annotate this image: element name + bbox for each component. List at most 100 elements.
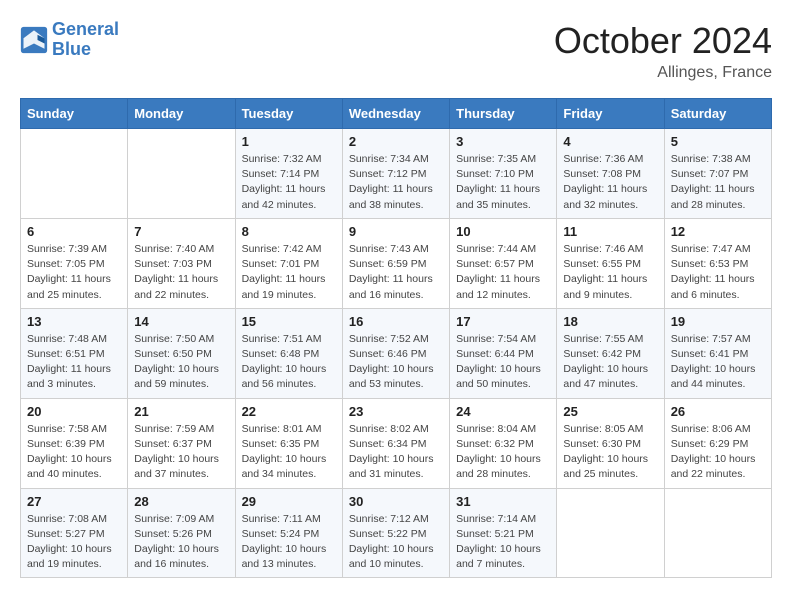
calendar-table: SundayMondayTuesdayWednesdayThursdayFrid… <box>20 98 772 578</box>
calendar-cell: 5 Sunrise: 7:38 AM Sunset: 7:07 PM Daylig… <box>664 129 771 219</box>
week-row-3: 13 Sunrise: 7:48 AM Sunset: 6:51 PM Dayli… <box>21 308 772 398</box>
calendar-cell: 25 Sunrise: 8:05 AM Sunset: 6:30 PM Dayli… <box>557 398 664 488</box>
calendar-cell: 29Sunrise: 7:11 AM Sunset: 5:24 PM Dayli… <box>235 488 342 578</box>
week-row-4: 20 Sunrise: 7:58 AM Sunset: 6:39 PM Dayli… <box>21 398 772 488</box>
cell-info: Sunrise: 7:54 AM Sunset: 6:44 PM Dayligh… <box>456 332 550 393</box>
cell-info: Sunrise: 7:12 AM Sunset: 5:22 PM Dayligh… <box>349 512 443 573</box>
day-number: 15 <box>242 314 336 329</box>
calendar-cell: 6 Sunrise: 7:39 AM Sunset: 7:05 PM Daylig… <box>21 218 128 308</box>
day-number: 9 <box>349 224 443 239</box>
calendar-cell: 17 Sunrise: 7:54 AM Sunset: 6:44 PM Dayli… <box>450 308 557 398</box>
day-number: 28 <box>134 494 228 509</box>
day-number: 17 <box>456 314 550 329</box>
week-row-2: 6 Sunrise: 7:39 AM Sunset: 7:05 PM Daylig… <box>21 218 772 308</box>
cell-info: Sunrise: 7:38 AM Sunset: 7:07 PM Dayligh… <box>671 152 765 213</box>
logo: General Blue <box>20 20 119 60</box>
day-number: 8 <box>242 224 336 239</box>
day-number: 3 <box>456 134 550 149</box>
calendar-cell: 11 Sunrise: 7:46 AM Sunset: 6:55 PM Dayli… <box>557 218 664 308</box>
cell-info: Sunrise: 7:50 AM Sunset: 6:50 PM Dayligh… <box>134 332 228 393</box>
calendar-cell: 30Sunrise: 7:12 AM Sunset: 5:22 PM Dayli… <box>342 488 449 578</box>
day-number: 20 <box>27 404 121 419</box>
calendar-cell: 12 Sunrise: 7:47 AM Sunset: 6:53 PM Dayli… <box>664 218 771 308</box>
calendar-cell: 19Sunrise: 7:57 AM Sunset: 6:41 PM Dayli… <box>664 308 771 398</box>
day-number: 27 <box>27 494 121 509</box>
day-header-thursday: Thursday <box>450 99 557 129</box>
cell-info: Sunrise: 7:14 AM Sunset: 5:21 PM Dayligh… <box>456 512 550 573</box>
day-header-sunday: Sunday <box>21 99 128 129</box>
calendar-cell: 28 Sunrise: 7:09 AM Sunset: 5:26 PM Dayli… <box>128 488 235 578</box>
day-number: 5 <box>671 134 765 149</box>
day-number: 25 <box>563 404 657 419</box>
calendar-cell: 31 Sunrise: 7:14 AM Sunset: 5:21 PM Dayli… <box>450 488 557 578</box>
day-number: 11 <box>563 224 657 239</box>
day-number: 31 <box>456 494 550 509</box>
calendar-cell: 23 Sunrise: 8:02 AM Sunset: 6:34 PM Dayli… <box>342 398 449 488</box>
day-number: 14 <box>134 314 228 329</box>
cell-info: Sunrise: 7:59 AM Sunset: 6:37 PM Dayligh… <box>134 422 228 483</box>
cell-info: Sunrise: 7:43 AM Sunset: 6:59 PM Dayligh… <box>349 242 443 303</box>
calendar-cell <box>557 488 664 578</box>
location: Allinges, France <box>554 64 772 82</box>
day-number: 1 <box>242 134 336 149</box>
calendar-cell: 18 Sunrise: 7:55 AM Sunset: 6:42 PM Dayli… <box>557 308 664 398</box>
logo-icon <box>20 26 48 54</box>
cell-info: Sunrise: 7:58 AM Sunset: 6:39 PM Dayligh… <box>27 422 121 483</box>
cell-info: Sunrise: 7:57 AM Sunset: 6:41 PM Dayligh… <box>671 332 765 393</box>
cell-info: Sunrise: 7:55 AM Sunset: 6:42 PM Dayligh… <box>563 332 657 393</box>
day-number: 6 <box>27 224 121 239</box>
day-header-friday: Friday <box>557 99 664 129</box>
day-number: 18 <box>563 314 657 329</box>
cell-info: Sunrise: 7:48 AM Sunset: 6:51 PM Dayligh… <box>27 332 121 393</box>
calendar-cell: 2Sunrise: 7:34 AM Sunset: 7:12 PM Daylig… <box>342 129 449 219</box>
day-number: 2 <box>349 134 443 149</box>
cell-info: Sunrise: 7:47 AM Sunset: 6:53 PM Dayligh… <box>671 242 765 303</box>
day-header-monday: Monday <box>128 99 235 129</box>
day-number: 16 <box>349 314 443 329</box>
cell-info: Sunrise: 8:02 AM Sunset: 6:34 PM Dayligh… <box>349 422 443 483</box>
calendar-cell <box>21 129 128 219</box>
page-header: General Blue October 2024 Allinges, Fran… <box>20 20 772 82</box>
calendar-cell: 1Sunrise: 7:32 AM Sunset: 7:14 PM Daylig… <box>235 129 342 219</box>
cell-info: Sunrise: 7:42 AM Sunset: 7:01 PM Dayligh… <box>242 242 336 303</box>
calendar-cell: 13 Sunrise: 7:48 AM Sunset: 6:51 PM Dayli… <box>21 308 128 398</box>
calendar-cell: 16 Sunrise: 7:52 AM Sunset: 6:46 PM Dayli… <box>342 308 449 398</box>
day-number: 21 <box>134 404 228 419</box>
calendar-cell: 24 Sunrise: 8:04 AM Sunset: 6:32 PM Dayli… <box>450 398 557 488</box>
cell-info: Sunrise: 8:06 AM Sunset: 6:29 PM Dayligh… <box>671 422 765 483</box>
month-title: October 2024 <box>554 20 772 62</box>
cell-info: Sunrise: 8:05 AM Sunset: 6:30 PM Dayligh… <box>563 422 657 483</box>
cell-info: Sunrise: 7:09 AM Sunset: 5:26 PM Dayligh… <box>134 512 228 573</box>
calendar-cell: 15Sunrise: 7:51 AM Sunset: 6:48 PM Dayli… <box>235 308 342 398</box>
calendar-cell: 20 Sunrise: 7:58 AM Sunset: 6:39 PM Dayli… <box>21 398 128 488</box>
calendar-cell: 8 Sunrise: 7:42 AM Sunset: 7:01 PM Daylig… <box>235 218 342 308</box>
week-row-5: 27Sunrise: 7:08 AM Sunset: 5:27 PM Dayli… <box>21 488 772 578</box>
cell-info: Sunrise: 7:39 AM Sunset: 7:05 PM Dayligh… <box>27 242 121 303</box>
calendar-cell: 3 Sunrise: 7:35 AM Sunset: 7:10 PM Daylig… <box>450 129 557 219</box>
day-number: 26 <box>671 404 765 419</box>
day-number: 13 <box>27 314 121 329</box>
calendar-cell: 7Sunrise: 7:40 AM Sunset: 7:03 PM Daylig… <box>128 218 235 308</box>
calendar-cell <box>128 129 235 219</box>
day-header-wednesday: Wednesday <box>342 99 449 129</box>
cell-info: Sunrise: 7:46 AM Sunset: 6:55 PM Dayligh… <box>563 242 657 303</box>
calendar-cell: 9 Sunrise: 7:43 AM Sunset: 6:59 PM Daylig… <box>342 218 449 308</box>
calendar-cell <box>664 488 771 578</box>
logo-text-line2: Blue <box>52 40 119 60</box>
day-number: 4 <box>563 134 657 149</box>
day-number: 12 <box>671 224 765 239</box>
calendar-cell: 21 Sunrise: 7:59 AM Sunset: 6:37 PM Dayli… <box>128 398 235 488</box>
cell-info: Sunrise: 8:04 AM Sunset: 6:32 PM Dayligh… <box>456 422 550 483</box>
calendar-cell: 10Sunrise: 7:44 AM Sunset: 6:57 PM Dayli… <box>450 218 557 308</box>
cell-info: Sunrise: 7:35 AM Sunset: 7:10 PM Dayligh… <box>456 152 550 213</box>
cell-info: Sunrise: 7:44 AM Sunset: 6:57 PM Dayligh… <box>456 242 550 303</box>
cell-info: Sunrise: 8:01 AM Sunset: 6:35 PM Dayligh… <box>242 422 336 483</box>
day-header-tuesday: Tuesday <box>235 99 342 129</box>
calendar-cell: 22Sunrise: 8:01 AM Sunset: 6:35 PM Dayli… <box>235 398 342 488</box>
cell-info: Sunrise: 7:52 AM Sunset: 6:46 PM Dayligh… <box>349 332 443 393</box>
logo-text-line1: General <box>52 20 119 40</box>
day-number: 23 <box>349 404 443 419</box>
calendar-cell: 14 Sunrise: 7:50 AM Sunset: 6:50 PM Dayli… <box>128 308 235 398</box>
day-number: 24 <box>456 404 550 419</box>
title-block: October 2024 Allinges, France <box>554 20 772 82</box>
